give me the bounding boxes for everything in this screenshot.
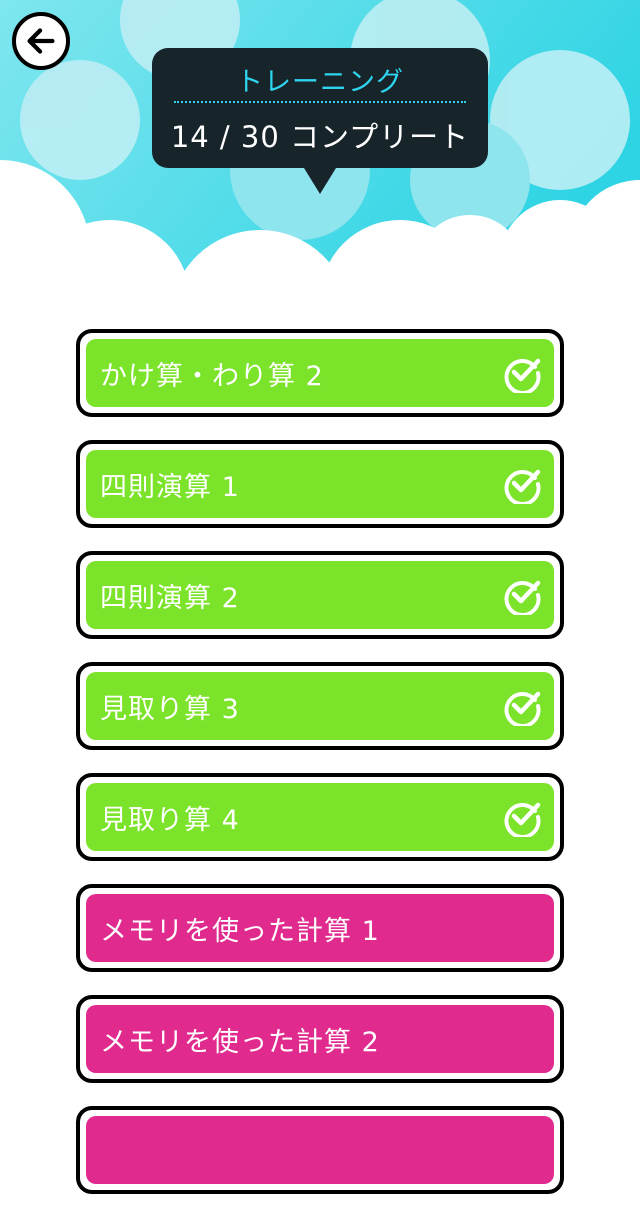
lesson-item-label: メモリを使った計算 1 (100, 915, 380, 947)
lesson-item-label: かけ算・わり算 2 (100, 360, 324, 392)
lesson-item[interactable] (76, 1106, 564, 1194)
lesson-item-button[interactable] (86, 1116, 554, 1184)
lesson-list: かけ算・わり算 2 四則演算 1 四則演算 2 見取り算 3 見取り算 4 メモリを使った… (76, 329, 564, 1217)
lesson-item-button[interactable]: かけ算・わり算 2 (86, 339, 554, 407)
lesson-item[interactable]: メモリを使った計算 1 (76, 884, 564, 972)
lesson-item[interactable]: メモリを使った計算 2 (76, 995, 564, 1083)
check-circle-icon (504, 691, 541, 726)
lesson-item-button[interactable]: 四則演算 2 (86, 561, 554, 629)
lesson-item-button[interactable]: メモリを使った計算 2 (86, 1005, 554, 1073)
lesson-item-label: 四則演算 1 (100, 471, 240, 503)
back-button[interactable] (12, 12, 70, 70)
lesson-item-label: メモリを使った計算 2 (100, 1026, 380, 1058)
lesson-item-button[interactable]: メモリを使った計算 1 (86, 894, 554, 962)
check-circle-icon (504, 358, 541, 393)
page-title: トレーニング (236, 67, 404, 98)
check-circle-icon (504, 802, 541, 837)
lesson-item[interactable]: かけ算・わり算 2 (76, 329, 564, 417)
lesson-item-label: 見取り算 3 (100, 693, 240, 725)
lesson-item-label: 四則演算 2 (100, 582, 240, 614)
arrow-left-icon (27, 28, 55, 54)
lesson-item[interactable]: 見取り算 3 (76, 662, 564, 750)
check-circle-icon (504, 469, 541, 504)
tooltip-divider (174, 101, 466, 103)
check-circle-icon (504, 580, 541, 615)
progress-tooltip: トレーニング 14 / 30 コンプリート (152, 48, 488, 194)
lesson-item-button[interactable]: 四則演算 1 (86, 450, 554, 518)
lesson-item-label: 見取り算 4 (100, 804, 240, 836)
lesson-item[interactable]: 四則演算 1 (76, 440, 564, 528)
progress-text: 14 / 30 コンプリート (170, 120, 470, 154)
lesson-item-button[interactable]: 見取り算 3 (86, 672, 554, 740)
lesson-item[interactable]: 見取り算 4 (76, 773, 564, 861)
lesson-item[interactable]: 四則演算 2 (76, 551, 564, 639)
lesson-item-button[interactable]: 見取り算 4 (86, 783, 554, 851)
